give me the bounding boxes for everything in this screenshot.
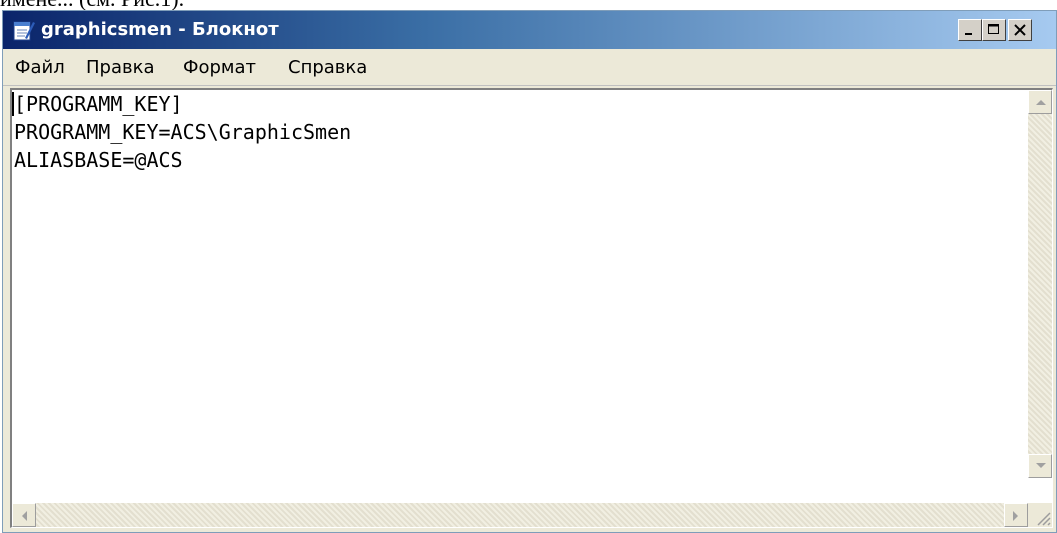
scroll-up-button[interactable] [1028, 90, 1052, 114]
menu-format[interactable]: Формат [183, 57, 256, 78]
text-content[interactable]: [PROGRAMM_KEY] PROGRAMM_KEY=ACS\GraphicS… [14, 90, 1030, 480]
maximize-button[interactable] [982, 19, 1006, 41]
arrow-up-icon [1036, 100, 1046, 105]
scroll-left-button[interactable] [12, 503, 36, 527]
title-bar[interactable]: graphicsmen - Блокнот [3, 11, 1056, 49]
resize-grip[interactable] [1028, 503, 1052, 527]
menu-file[interactable]: Файл [15, 57, 65, 78]
minimize-icon [965, 33, 972, 35]
notepad-window: graphicsmen - Блокнот Файл Правка Формат… [2, 10, 1057, 533]
menu-edit[interactable]: Правка [86, 57, 155, 78]
scroll-down-button[interactable] [1028, 454, 1052, 478]
arrow-left-icon [22, 511, 27, 521]
window-title: graphicsmen - Блокнот [41, 19, 279, 40]
minimize-button[interactable] [958, 19, 982, 41]
scroll-right-button[interactable] [1004, 503, 1028, 527]
arrow-down-icon [1036, 463, 1046, 468]
arrow-right-icon [1013, 511, 1018, 521]
close-icon [1014, 24, 1026, 36]
maximize-icon [988, 24, 999, 34]
notepad-icon [13, 21, 35, 41]
close-button[interactable] [1008, 19, 1032, 41]
vertical-scrollbar[interactable] [1028, 90, 1052, 478]
menu-help[interactable]: Справка [288, 57, 367, 78]
resize-grip-icon [1037, 512, 1051, 526]
menu-bar: Файл Правка Формат Справка [3, 49, 1056, 86]
horizontal-scrollbar[interactable] [12, 503, 1028, 527]
editor-area[interactable]: [PROGRAMM_KEY] PROGRAMM_KEY=ACS\GraphicS… [10, 88, 1053, 528]
